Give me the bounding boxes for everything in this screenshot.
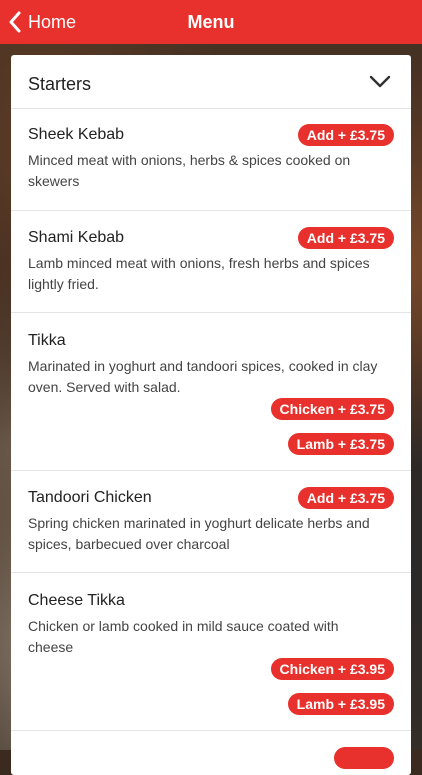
menu-card: Starters Sheek Kebab Add + £3.75 Minced … [11, 55, 411, 775]
item-description: Chicken or lamb cooked in mild sauce coa… [28, 618, 339, 655]
item-name: Shami Kebab [28, 229, 125, 246]
add-price-button[interactable]: Add + £3.75 [297, 227, 394, 249]
add-price-button[interactable]: Add + £3.75 [297, 124, 394, 146]
chicken-price-button[interactable]: Chicken + £3.75 [270, 398, 394, 420]
lamb-price-button[interactable]: Lamb + £3.95 [287, 693, 394, 715]
item-description: Marinated in yoghurt and tandoori spices… [28, 358, 378, 395]
menu-item [11, 731, 411, 775]
chevron-down-icon[interactable] [369, 75, 391, 94]
chevron-left-icon [8, 11, 22, 33]
back-button[interactable]: Home [8, 0, 76, 44]
item-name: Sheek Kebab [28, 126, 125, 143]
add-price-button[interactable]: Add + £3.75 [297, 487, 394, 509]
item-description: Spring chicken marinated in yoghurt deli… [28, 515, 370, 552]
back-label: Home [28, 11, 77, 32]
item-name: Cheese Tikka [28, 592, 125, 609]
menu-item: Cheese Tikka Chicken or lamb cooked in m… [11, 573, 411, 731]
lamb-price-button[interactable]: Lamb + £3.75 [287, 433, 394, 455]
item-name: Tandoori Chicken [28, 489, 152, 506]
menu-item: Tandoori Chicken Add + £3.75 Spring chic… [11, 471, 411, 573]
add-price-button[interactable] [334, 747, 394, 769]
item-name: Tikka [28, 332, 66, 349]
item-description: Minced meat with onions, herbs & spices … [28, 152, 351, 189]
section-title: Starters [28, 74, 92, 94]
section-header-starters[interactable]: Starters [11, 55, 411, 109]
chicken-price-button[interactable]: Chicken + £3.95 [270, 658, 394, 680]
item-description: Lamb minced meat with onions, fresh herb… [28, 255, 370, 292]
menu-item: Shami Kebab Add + £3.75 Lamb minced meat… [11, 211, 411, 313]
navigation-bar: Home Menu [0, 0, 422, 44]
menu-item: Sheek Kebab Add + £3.75 Minced meat with… [11, 109, 411, 211]
menu-item: Tikka Marinated in yoghurt and tandoori … [11, 313, 411, 471]
